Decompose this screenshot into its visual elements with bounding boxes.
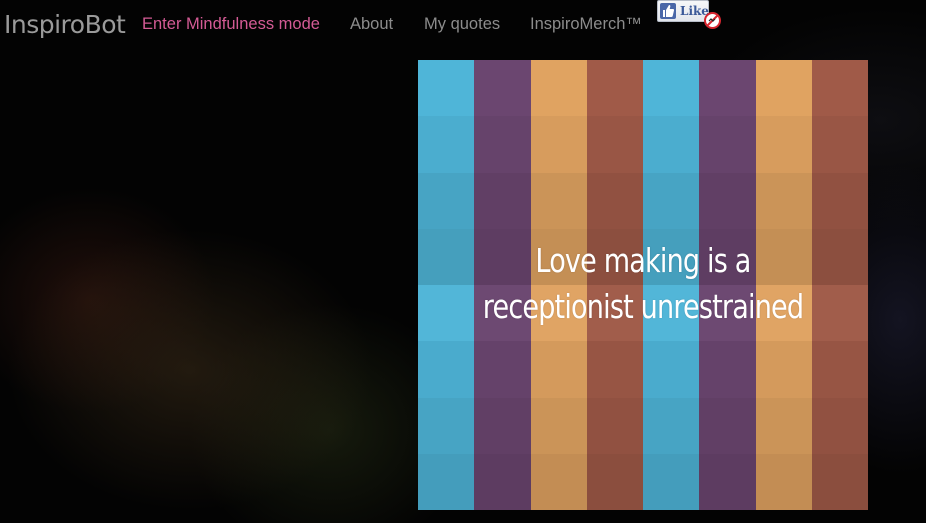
navbar: InspiroBot Enter Mindfulness mode About …	[0, 0, 926, 50]
quote-text: Love making is a receptionist unrestrain…	[459, 238, 828, 330]
quote-line-2: receptionist unrestrained	[482, 287, 804, 326]
nav-my-quotes[interactable]: My quotes	[424, 15, 500, 34]
quote-line-1: Love making is a	[535, 241, 751, 280]
blocked-icon	[704, 12, 721, 29]
brand-logo[interactable]: InspiroBot	[4, 10, 126, 39]
thumbs-up-icon	[660, 3, 676, 19]
nav-inspiromerch[interactable]: InspiroMerch™	[530, 15, 642, 34]
quote-poster: Love making is a receptionist unrestrain…	[418, 60, 868, 510]
facebook-like-button[interactable]: Like	[657, 0, 709, 22]
page: InspiroBot Enter Mindfulness mode About …	[0, 0, 926, 523]
nav-mindfulness-mode[interactable]: Enter Mindfulness mode	[142, 15, 320, 34]
nav-about[interactable]: About	[350, 15, 393, 34]
